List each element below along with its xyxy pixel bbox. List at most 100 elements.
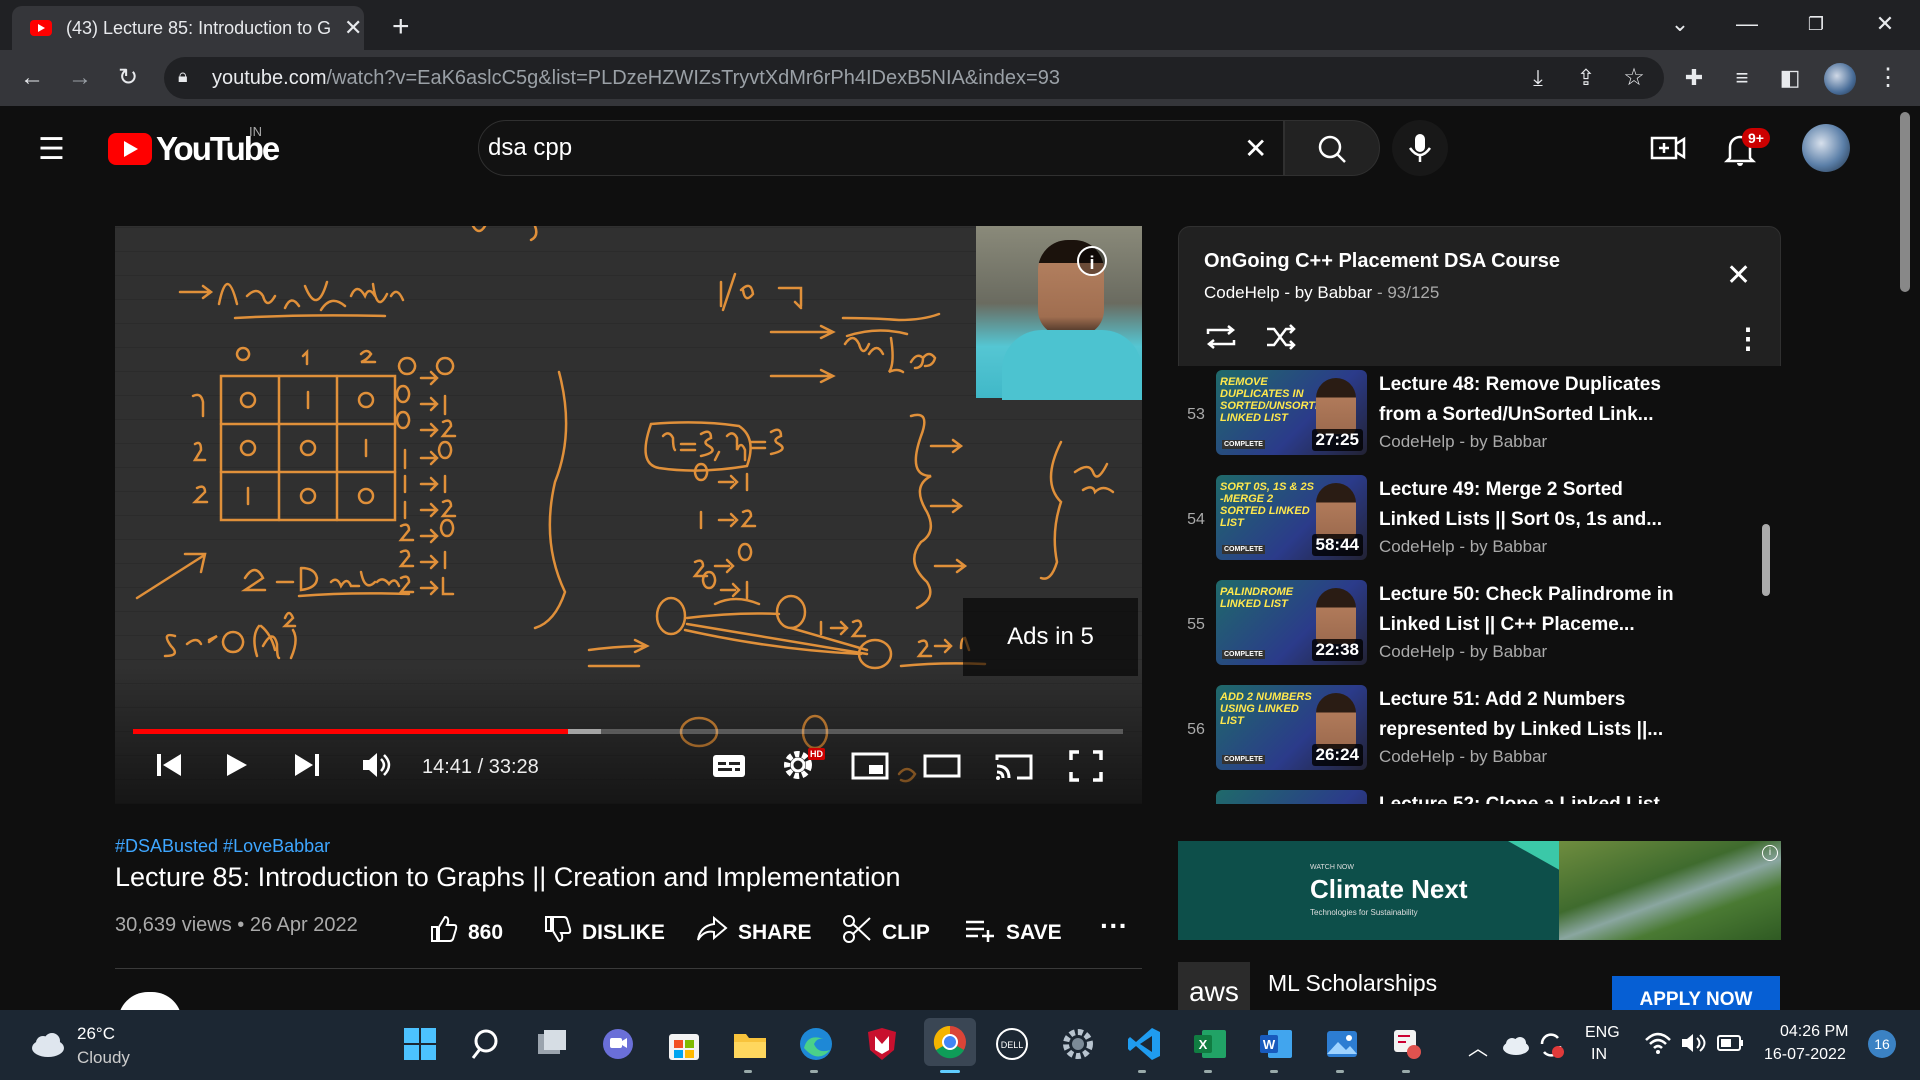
playlist-item-channel[interactable]: CodeHelp - by Babbar: [1379, 432, 1547, 452]
video-thumbnail[interactable]: [1216, 790, 1367, 804]
ads-countdown[interactable]: Ads in 5: [963, 598, 1138, 676]
photos-app-icon[interactable]: [1322, 1026, 1362, 1066]
close-tab-icon[interactable]: ✕: [344, 15, 362, 41]
dislike-button[interactable]: DISLIKE: [542, 914, 665, 951]
playlist-item-channel[interactable]: CodeHelp - by Babbar: [1379, 537, 1547, 557]
more-actions-icon[interactable]: ···: [1100, 910, 1128, 942]
tab-search-chevron-icon[interactable]: ⌄: [1655, 6, 1705, 42]
shuffle-icon[interactable]: [1264, 320, 1298, 359]
video-thumbnail[interactable]: Remove Duplicates in Sorted/Unsorted Lin…: [1216, 370, 1367, 455]
ad-info-icon[interactable]: i: [1762, 845, 1778, 861]
subtitles-icon[interactable]: [711, 752, 747, 787]
media-control-icon[interactable]: ≡: [1724, 60, 1760, 96]
playlist-item-channel[interactable]: CodeHelp - by Babbar: [1379, 642, 1547, 662]
taskbar-search-icon[interactable]: [466, 1026, 506, 1066]
clock-date[interactable]: 16-07-2022: [1764, 1046, 1846, 1064]
apply-now-button[interactable]: APPLY NOW: [1612, 976, 1780, 1012]
playlist-item-title[interactable]: Lecture 50: Check Palindrome in Linked L…: [1379, 580, 1679, 640]
video-thumbnail[interactable]: Add 2 Numbers using Linked List COMPLETE…: [1216, 685, 1367, 770]
onedrive-cloud-icon[interactable]: [1500, 1034, 1530, 1061]
settings-app-icon[interactable]: [1058, 1026, 1098, 1066]
video-player[interactable]: i Ads in 5 14:41 / 33:28 HD: [115, 226, 1142, 804]
clock-time[interactable]: 04:26 PM: [1780, 1023, 1848, 1041]
bookmark-star-icon[interactable]: ☆: [1616, 60, 1652, 96]
progress-bar-played[interactable]: [133, 729, 568, 734]
youtube-logo-icon[interactable]: [108, 133, 152, 165]
playlist-title[interactable]: OnGoing C++ Placement DSA Course: [1204, 250, 1560, 273]
mcafee-shield-icon[interactable]: [862, 1026, 902, 1066]
excel-icon[interactable]: X: [1190, 1026, 1230, 1066]
share-button[interactable]: SHARE: [696, 914, 812, 951]
playlist-item[interactable]: 53 Remove Duplicates in Sorted/Unsorted …: [1178, 366, 1778, 471]
chrome-browser-icon[interactable]: [924, 1018, 976, 1066]
playlist-menu-kebab-icon[interactable]: ⋮: [1734, 322, 1762, 355]
account-avatar[interactable]: [1802, 124, 1850, 172]
restore-button[interactable]: ❐: [1791, 6, 1841, 42]
show-hidden-icons-chevron-icon[interactable]: ︿: [1468, 1032, 1488, 1061]
video-thumbnail[interactable]: Sort 0s, 1s & 2s -Merge 2 Sorted Linked …: [1216, 475, 1367, 560]
close-playlist-icon[interactable]: ✕: [1726, 258, 1751, 293]
climate-next-ad-banner[interactable]: i: [1178, 841, 1781, 940]
playlist-item[interactable]: 55 Palindrome Linked List COMPLETE 22:38…: [1178, 576, 1778, 681]
save-button[interactable]: SAVE: [964, 914, 1062, 951]
url-text[interactable]: youtube.com/watch?v=EaK6aslcC5g&list=PLD…: [212, 67, 1060, 90]
video-thumbnail[interactable]: Palindrome Linked List COMPLETE 22:38: [1216, 580, 1367, 665]
playlist-item-title[interactable]: Lecture 51: Add 2 Numbers represented by…: [1379, 685, 1679, 745]
speaker-volume-icon[interactable]: [1680, 1030, 1708, 1061]
vscode-icon[interactable]: [1124, 1026, 1164, 1066]
info-card-icon[interactable]: i: [1077, 246, 1107, 276]
wifi-icon[interactable]: [1644, 1030, 1672, 1061]
microsoft-store-icon[interactable]: [664, 1026, 704, 1066]
search-input[interactable]: dsa cpp: [488, 134, 572, 162]
weather-condition[interactable]: Cloudy: [77, 1048, 130, 1068]
clear-search-icon[interactable]: ✕: [1244, 132, 1267, 165]
minimize-button[interactable]: —: [1722, 6, 1772, 42]
browser-tab[interactable]: (43) Lecture 85: Introduction to G ✕: [12, 6, 364, 50]
battery-icon[interactable]: [1716, 1032, 1746, 1059]
cloudy-weather-icon[interactable]: [28, 1030, 68, 1065]
word-icon[interactable]: W: [1256, 1026, 1296, 1066]
play-icon[interactable]: [221, 750, 249, 787]
browser-menu-kebab-icon[interactable]: ⋮: [1870, 60, 1906, 96]
page-scrollbar[interactable]: [1900, 112, 1910, 292]
playlist-item-channel[interactable]: CodeHelp - by Babbar: [1379, 747, 1547, 767]
extensions-puzzle-icon[interactable]: ✚: [1676, 60, 1712, 96]
playlist-scrollbar[interactable]: [1762, 524, 1770, 596]
playlist-item[interactable]: 54 Sort 0s, 1s & 2s -Merge 2 Sorted Link…: [1178, 471, 1778, 576]
reload-icon[interactable]: ↻: [110, 60, 146, 96]
lock-icon[interactable]: 🔒︎: [178, 66, 188, 87]
share-page-icon[interactable]: ⇪: [1568, 60, 1604, 96]
playlist-item[interactable]: 56 Add 2 Numbers using Linked List COMPL…: [1178, 681, 1778, 786]
aws-logo[interactable]: aws: [1178, 962, 1250, 1010]
new-tab-button[interactable]: +: [392, 10, 410, 44]
install-app-icon[interactable]: ⤓: [1520, 60, 1556, 96]
theater-mode-icon[interactable]: [923, 752, 961, 787]
forward-arrow-icon[interactable]: →: [62, 60, 98, 96]
playlist-channel[interactable]: CodeHelp - by Babbar: [1204, 283, 1372, 302]
input-language[interactable]: ENG: [1585, 1024, 1620, 1042]
windows-start-icon[interactable]: [400, 1026, 440, 1066]
loop-playlist-icon[interactable]: [1204, 320, 1238, 359]
create-video-icon[interactable]: [1650, 132, 1686, 169]
close-window-button[interactable]: ✕: [1860, 6, 1910, 42]
previous-video-icon[interactable]: [155, 750, 183, 787]
side-panel-icon[interactable]: ◧: [1772, 60, 1808, 96]
playlist-item-title[interactable]: Lecture 49: Merge 2 Sorted Linked Lists …: [1379, 475, 1679, 535]
task-view-icon[interactable]: [532, 1026, 572, 1066]
next-video-icon[interactable]: [293, 750, 321, 787]
volume-icon[interactable]: [361, 750, 395, 787]
weather-temperature[interactable]: 26°C: [77, 1024, 115, 1044]
playlist-item-title[interactable]: Lecture 48: Remove Duplicates from a Sor…: [1379, 370, 1679, 430]
file-explorer-icon[interactable]: [730, 1026, 770, 1066]
like-button[interactable]: 860: [428, 914, 503, 951]
cast-icon[interactable]: [995, 752, 1033, 789]
video-hashtags[interactable]: #DSABusted #LoveBabbar: [115, 836, 330, 857]
back-arrow-icon[interactable]: ←: [14, 60, 50, 96]
clip-button[interactable]: CLIP: [842, 914, 930, 951]
search-button[interactable]: [1284, 120, 1380, 176]
voice-search-button[interactable]: [1392, 120, 1448, 176]
input-region[interactable]: IN: [1591, 1046, 1607, 1064]
miniplayer-icon[interactable]: [851, 752, 889, 787]
edge-browser-icon[interactable]: [796, 1026, 836, 1066]
playlist-item-title[interactable]: Lecture 52: Clone a Linked List: [1379, 790, 1679, 804]
